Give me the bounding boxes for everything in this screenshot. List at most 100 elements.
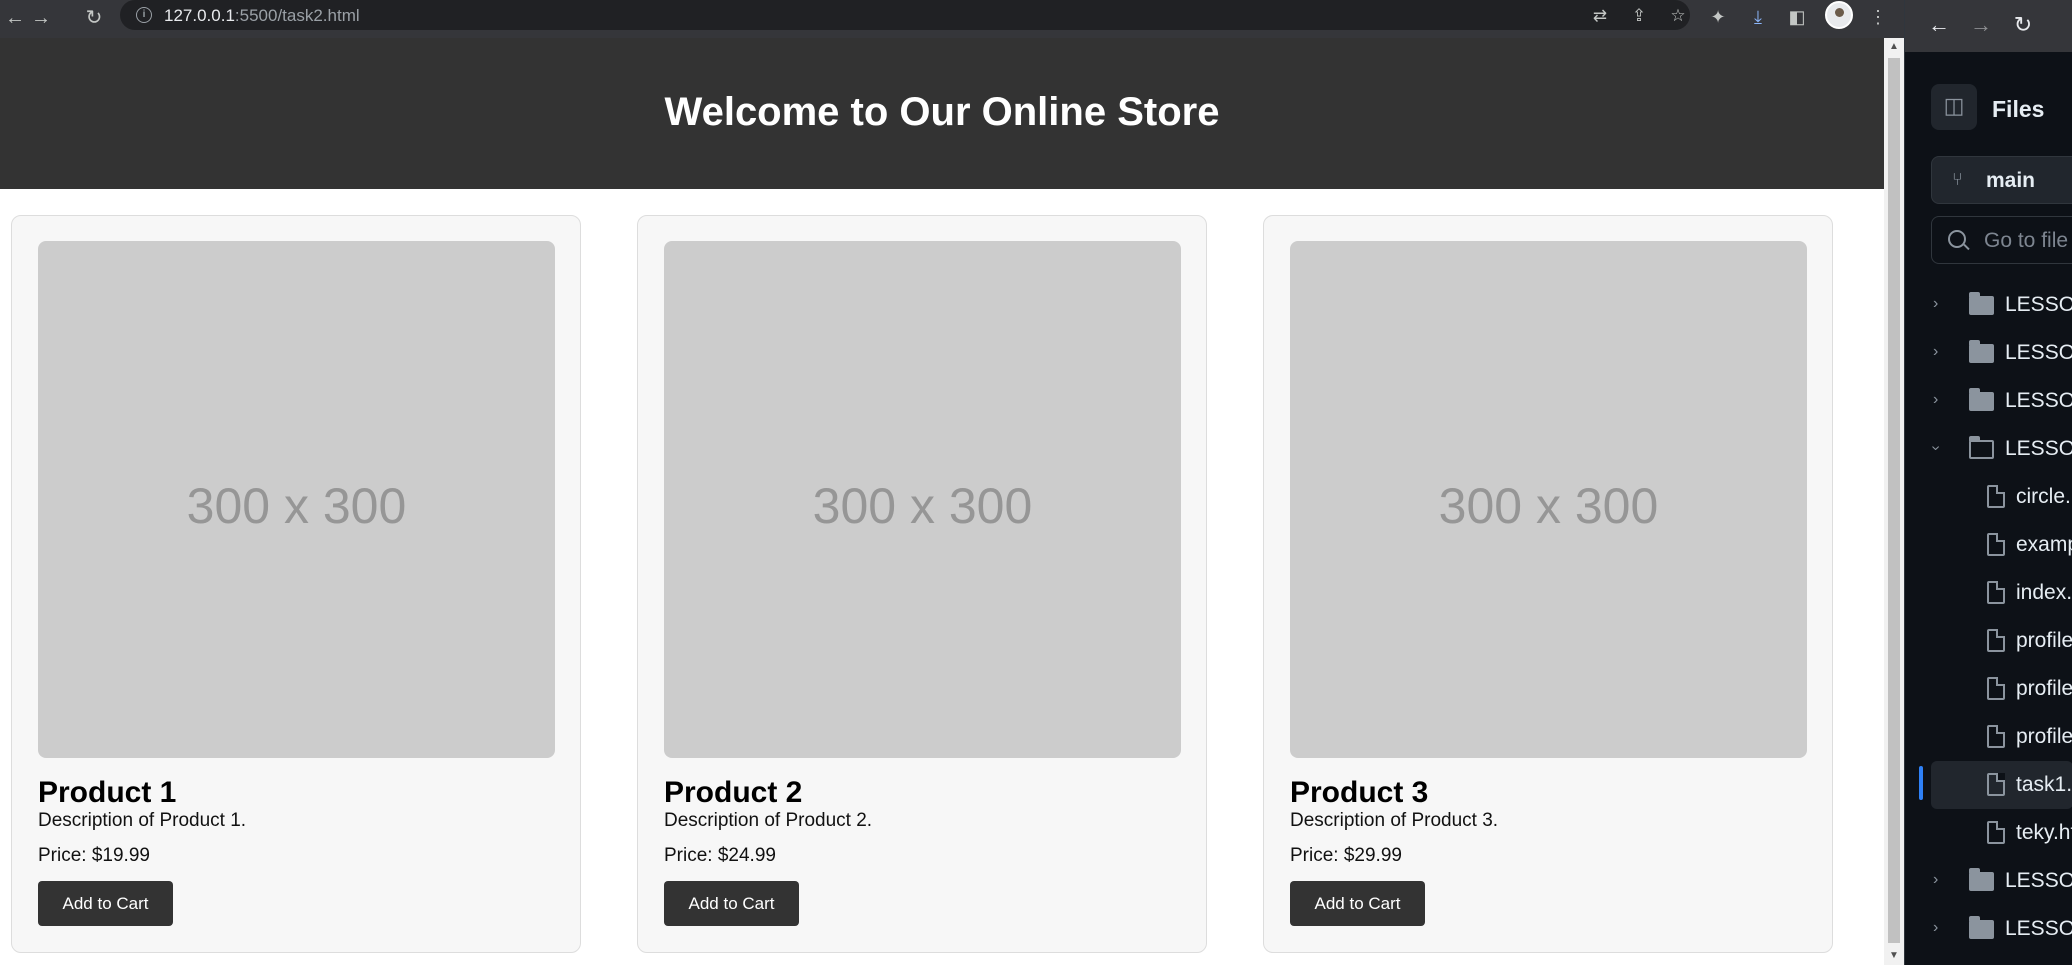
file-icon	[1987, 533, 2005, 556]
tree-file-item[interactable]: circle.p	[1905, 473, 2072, 521]
add-to-cart-button[interactable]: Add to Cart	[1290, 881, 1425, 926]
product-price: Price: $24.99	[664, 845, 776, 866]
tree-file-item[interactable]: profile	[1905, 617, 2072, 665]
tree-item-label: LESSON	[2005, 389, 2072, 412]
tree-item-label: task1.p	[2016, 773, 2072, 796]
product-image-placeholder: 300 x 300	[664, 241, 1181, 758]
scroll-down-arrow-icon[interactable]: ▼	[1884, 947, 1904, 965]
file-icon	[1987, 821, 2005, 844]
folder-icon	[1969, 916, 1994, 939]
store-header: Welcome to Our Online Store	[0, 38, 1884, 189]
chevron-down-icon[interactable]: ›	[1927, 445, 1945, 450]
tree-item-label: teky.ht	[2016, 821, 2072, 844]
chevron-right-icon[interactable]: ›	[1933, 871, 1938, 889]
url-host: 127.0.0.1	[164, 6, 235, 25]
tree-item-label: LESSON	[2005, 437, 2072, 460]
tree-folder-item[interactable]: › LESSON	[1905, 377, 2072, 425]
tree-folder-item[interactable]: › LESSON	[1905, 425, 2072, 473]
right-browser-toolbar: ← → ↻	[1905, 0, 2072, 52]
chevron-right-icon[interactable]: ›	[1933, 295, 1938, 313]
browser-window-left: ← → ↻ i 127.0.0.1:5500/task2.html ⇄ ⇪ ☆ …	[0, 0, 1904, 965]
tree-file-item[interactable]: profile	[1905, 713, 2072, 761]
chevron-right-icon[interactable]: ›	[1933, 391, 1938, 409]
tree-folder-item[interactable]: › LESSON	[1905, 905, 2072, 953]
scrollbar-thumb[interactable]	[1888, 58, 1900, 943]
site-info-icon[interactable]: i	[136, 7, 152, 23]
menu-kebab-icon[interactable]: ⋮	[1864, 3, 1892, 31]
bookmark-star-icon[interactable]: ☆	[1666, 4, 1690, 28]
tree-file-item[interactable]: profile	[1905, 665, 2072, 713]
share-icon[interactable]: ⇪	[1627, 4, 1651, 28]
tree-file-item[interactable]: index.h	[1905, 569, 2072, 617]
url-text[interactable]: 127.0.0.1:5500/task2.html	[164, 6, 360, 26]
chevron-right-icon[interactable]: ›	[1933, 919, 1938, 937]
product-image-placeholder: 300 x 300	[38, 241, 555, 758]
tree-item-label: LESSON	[2005, 917, 2072, 940]
side-panel-icon[interactable]: ◧	[1783, 3, 1811, 31]
store-page: Welcome to Our Online Store 300 x 300 Pr…	[0, 38, 1884, 965]
forward-arrow-icon[interactable]: →	[26, 4, 56, 34]
tree-item-label: LESSON	[2005, 293, 2072, 316]
back-arrow-icon[interactable]: ←	[1925, 12, 1953, 40]
product-name: Product 2	[664, 776, 803, 809]
collapse-panel-icon[interactable]: ◫	[1931, 84, 1977, 130]
extensions-puzzle-icon[interactable]: ✦	[1704, 3, 1732, 31]
product-price: Price: $29.99	[1290, 845, 1402, 866]
reload-icon[interactable]: ↻	[2009, 12, 2037, 40]
branch-selector[interactable]: ⑂ main	[1931, 156, 2072, 204]
browser-window-right: ← → ↻ ◫ Files ⑂ main › LESSON › LESSON ›…	[1904, 0, 2072, 965]
url-path: :5500/task2.html	[234, 6, 360, 25]
product-image-placeholder: 300 x 300	[1290, 241, 1807, 758]
product-name: Product 3	[1290, 776, 1429, 809]
file-icon	[1987, 725, 2005, 748]
tree-file-item-selected[interactable]: task1.p	[1931, 761, 2072, 809]
product-price: Price: $19.99	[38, 845, 150, 866]
folder-open-icon	[1969, 436, 1994, 459]
search-icon	[1948, 230, 1966, 248]
branch-name: main	[1986, 169, 2036, 192]
translate-icon[interactable]: ⇄	[1588, 4, 1612, 28]
reload-icon[interactable]: ↻	[79, 4, 109, 34]
tree-file-item[interactable]: examp	[1905, 521, 2072, 569]
chevron-right-icon[interactable]: ›	[1933, 343, 1938, 361]
tree-item-label: LESSON	[2005, 869, 2072, 892]
folder-icon	[1969, 340, 1994, 363]
tree-item-label: profile	[2016, 725, 2072, 748]
page-scrollbar[interactable]: ▲ ▼	[1884, 38, 1904, 965]
product-card: 300 x 300 Product 1 Description of Produ…	[11, 215, 581, 953]
folder-icon	[1969, 388, 1994, 411]
address-bar[interactable]: i 127.0.0.1:5500/task2.html ⇄ ⇪ ☆	[120, 0, 1690, 30]
tree-folder-item[interactable]: › LESSON	[1905, 329, 2072, 377]
files-panel-title: Files	[1992, 96, 2045, 122]
selection-indicator	[1919, 766, 1923, 800]
product-name: Product 1	[38, 776, 177, 809]
tree-folder-item[interactable]: › LESSON	[1905, 281, 2072, 329]
scroll-up-arrow-icon[interactable]: ▲	[1884, 38, 1904, 56]
file-icon	[1987, 773, 2005, 796]
folder-icon	[1969, 868, 1994, 891]
tree-item-label: index.h	[2016, 581, 2072, 604]
add-to-cart-button[interactable]: Add to Cart	[38, 881, 173, 926]
go-to-file-search[interactable]	[1931, 216, 2072, 264]
file-icon	[1987, 485, 2005, 508]
go-to-file-input[interactable]	[1984, 229, 2072, 253]
product-description: Description of Product 3.	[1290, 810, 1499, 831]
image-size-label: 300 x 300	[812, 478, 1033, 534]
image-size-label: 300 x 300	[1438, 478, 1659, 534]
file-icon	[1987, 581, 2005, 604]
forward-arrow-icon[interactable]: →	[1967, 12, 1995, 40]
tree-item-label: profile	[2016, 677, 2072, 700]
tree-item-label: LESSON	[2005, 341, 2072, 364]
tree-item-label: profile	[2016, 629, 2072, 652]
profile-avatar[interactable]	[1825, 1, 1853, 29]
file-icon	[1987, 677, 2005, 700]
download-icon[interactable]: ⤓	[1744, 3, 1772, 31]
browser-toolbar: ← → ↻ i 127.0.0.1:5500/task2.html ⇄ ⇪ ☆ …	[0, 0, 1904, 38]
tree-folder-item[interactable]: › LESSON	[1905, 857, 2072, 905]
tree-file-item[interactable]: teky.ht	[1905, 809, 2072, 857]
tree-item-label: circle.p	[2016, 485, 2072, 508]
product-card: 300 x 300 Product 3 Description of Produ…	[1263, 215, 1833, 953]
git-branch-icon: ⑂	[1952, 169, 1963, 189]
add-to-cart-button[interactable]: Add to Cart	[664, 881, 799, 926]
product-description: Description of Product 2.	[664, 810, 873, 831]
